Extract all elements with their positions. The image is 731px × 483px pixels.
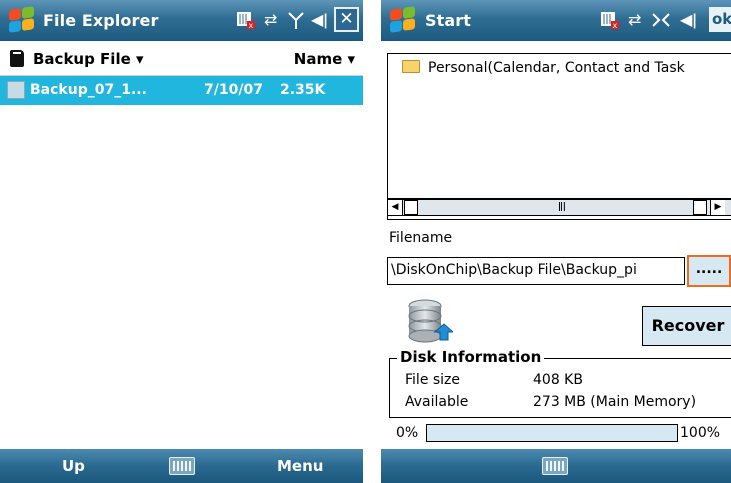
svg-text:x: x bbox=[249, 21, 254, 30]
recover-button[interactable]: Recover bbox=[642, 306, 731, 346]
scroll-left-icon[interactable]: ◀ bbox=[388, 200, 403, 215]
barcode-icon[interactable]: x bbox=[600, 10, 620, 30]
keyboard-icon[interactable] bbox=[169, 457, 195, 475]
file-icon bbox=[7, 81, 25, 99]
close-icon[interactable]: ✕ bbox=[334, 7, 359, 32]
keyboard-icon[interactable] bbox=[542, 457, 568, 475]
available-value: 273 MB (Main Memory) bbox=[533, 394, 697, 410]
file-size-value: 408 KB bbox=[533, 372, 583, 388]
windows-logo-icon[interactable] bbox=[388, 6, 416, 34]
progress-max-label: 100% bbox=[680, 425, 721, 441]
scroll-grip-icon: ǁǀ bbox=[558, 201, 566, 212]
speaker-icon[interactable]: ◀ǀ bbox=[680, 10, 697, 30]
sort-dropdown[interactable]: Name ▾ bbox=[294, 50, 355, 68]
file-explorer-screen: File Explorer x ⇄ ◀ǀ ✕ Backup File ▾ Nam… bbox=[0, 0, 363, 483]
antenna-icon[interactable] bbox=[287, 10, 305, 30]
file-date: 7/10/07 bbox=[204, 82, 263, 98]
browse-button[interactable]: ..... bbox=[687, 255, 731, 287]
recover-progress-bar bbox=[426, 424, 678, 442]
list-item-label: Personal(Calendar, Contact and Task bbox=[428, 60, 685, 76]
list-item[interactable]: Personal(Calendar, Contact and Task bbox=[402, 60, 685, 76]
file-name: Backup_07_1... bbox=[30, 82, 147, 98]
windows-logo-icon[interactable] bbox=[7, 6, 35, 34]
file-size-label: File size bbox=[405, 372, 461, 388]
progress-min-label: 0% bbox=[396, 425, 419, 441]
sync-icon[interactable]: ⇄ bbox=[628, 10, 641, 30]
list-item[interactable]: Backup_07_1... 7/10/07 2.35K bbox=[0, 76, 363, 105]
speaker-icon[interactable]: ◀ǀ bbox=[311, 10, 328, 30]
scroll-thumb[interactable] bbox=[404, 200, 418, 215]
softkey-bar: Up Menu bbox=[0, 449, 363, 483]
title-bar: Start x ⇄ ◀ǀ ok bbox=[381, 0, 731, 41]
softkey-bar bbox=[381, 449, 731, 483]
title-bar: File Explorer x ⇄ ◀ǀ ✕ bbox=[0, 0, 363, 41]
sd-card-icon bbox=[10, 50, 24, 67]
antenna-icon[interactable] bbox=[651, 10, 671, 30]
barcode-icon[interactable]: x bbox=[236, 10, 256, 30]
backup-contents-list[interactable]: Personal(Calendar, Contact and Task bbox=[387, 53, 731, 220]
scroll-right-icon[interactable]: ▶ bbox=[710, 200, 725, 215]
disk-information-title: Disk Information bbox=[397, 348, 545, 366]
horizontal-scrollbar[interactable]: ◀ ǁǀ ▶ bbox=[387, 198, 731, 216]
available-label: Available bbox=[405, 394, 469, 410]
window-title: File Explorer bbox=[43, 11, 159, 30]
filename-label: Filename bbox=[389, 230, 453, 246]
window-title: Start bbox=[425, 11, 472, 30]
backup-recover-screen: Start x ⇄ ◀ǀ ok Personal(Calendar, Conta… bbox=[381, 0, 731, 483]
svg-text:x: x bbox=[613, 21, 618, 30]
folder-icon bbox=[402, 60, 420, 73]
scroll-track-end bbox=[693, 200, 707, 215]
filename-field[interactable]: \DiskOnChip\Backup File\Backup_pi bbox=[387, 257, 685, 285]
sync-icon[interactable]: ⇄ bbox=[264, 10, 277, 30]
folder-dropdown[interactable]: Backup File ▾ bbox=[33, 50, 144, 68]
list-header: Backup File ▾ Name ▾ bbox=[0, 41, 363, 76]
menu-softkey[interactable]: Menu bbox=[277, 457, 323, 475]
up-softkey[interactable]: Up bbox=[62, 457, 85, 475]
ok-button[interactable]: ok bbox=[709, 7, 731, 32]
file-size: 2.35K bbox=[280, 82, 326, 98]
database-restore-icon bbox=[407, 298, 455, 344]
